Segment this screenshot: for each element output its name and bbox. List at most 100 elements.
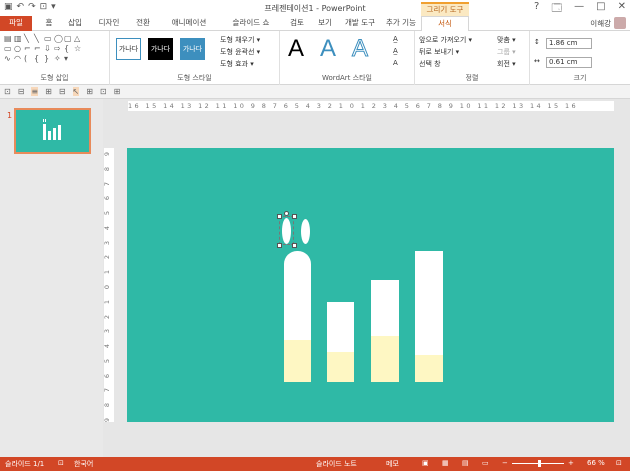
tab-animations[interactable]: 애니메이션 bbox=[160, 16, 218, 31]
wordart-style-2[interactable]: A bbox=[320, 35, 336, 63]
rounded-rect-icon[interactable]: ▢ bbox=[64, 34, 73, 43]
bracket-icon[interactable]: ( bbox=[24, 54, 33, 63]
star-icon[interactable]: ☆ bbox=[74, 44, 83, 53]
ruler-tick: 5 bbox=[103, 211, 112, 216]
toolbar-icon[interactable]: ⊞ bbox=[45, 87, 52, 96]
selection-pane-button[interactable]: 선택 창 bbox=[419, 59, 441, 69]
slide-sorter-icon[interactable]: ▦ bbox=[442, 459, 449, 467]
text-fill-icon[interactable]: A̲ bbox=[393, 35, 398, 43]
arrow-icon[interactable]: ⇨ bbox=[54, 44, 63, 53]
tab-slideshow[interactable]: 슬라이드 쇼 bbox=[222, 16, 280, 31]
toolbar-icon[interactable]: ⊟ bbox=[18, 87, 25, 96]
shape-style-white[interactable]: 가나다 bbox=[116, 38, 141, 60]
align-center-icon[interactable]: ≡ bbox=[31, 87, 39, 96]
rectangle-icon[interactable]: ▭ bbox=[44, 34, 53, 43]
star-icon[interactable]: ✧ bbox=[54, 54, 63, 63]
shape-fill-button[interactable]: 도형 채우기 ▾ bbox=[220, 35, 260, 45]
rectangle-icon[interactable]: ▭ bbox=[4, 44, 13, 53]
gallery-more-icon[interactable]: ▾ bbox=[64, 54, 73, 63]
bar-3[interactable] bbox=[371, 280, 399, 382]
resize-handle[interactable] bbox=[277, 243, 282, 248]
ruler-tick: 0 bbox=[103, 284, 112, 290]
shape-effects-button[interactable]: 도형 효과 ▾ bbox=[220, 59, 254, 69]
curve-icon[interactable]: ∿ bbox=[4, 54, 13, 63]
connector-icon[interactable]: ⌐ bbox=[34, 44, 43, 53]
arrow-icon[interactable]: ⇩ bbox=[44, 44, 53, 53]
toolbar-icon[interactable]: ⊞ bbox=[114, 87, 121, 96]
wordart-style-3[interactable]: A bbox=[351, 35, 368, 63]
connector-icon[interactable]: ⌐ bbox=[24, 44, 33, 53]
zoom-out-icon[interactable]: − bbox=[502, 459, 508, 467]
group-shape-styles: 가나다 가나다 가나다 도형 채우기 ▾ 도형 윤곽선 ▾ 도형 효과 ▾ 도형… bbox=[110, 31, 280, 85]
ruler-tick: 7 bbox=[103, 388, 112, 393]
language-label[interactable]: 한국어 bbox=[74, 459, 93, 469]
group-button[interactable]: 그룹 ▾ bbox=[497, 47, 516, 57]
spellcheck-icon[interactable]: ⊡ bbox=[58, 459, 64, 467]
height-field[interactable]: 1.86 cm bbox=[546, 38, 592, 49]
slide-thumbnail[interactable] bbox=[14, 108, 91, 154]
tab-format[interactable]: 서식 bbox=[421, 16, 469, 32]
tab-home[interactable]: 홈 bbox=[38, 16, 60, 31]
notes-button[interactable]: 슬라이드 노트 bbox=[316, 459, 357, 469]
toolbar-icon[interactable]: ⊞ bbox=[86, 87, 93, 96]
fit-slide-icon[interactable]: ⊡ bbox=[616, 459, 622, 467]
bar-2[interactable] bbox=[327, 302, 354, 382]
shape-gallery[interactable]: ▤ ▥ ╲ ╲ ▭ ◯ ▢ △ ▭ ○ ⌐ ⌐ ⇩ ⇨ { ☆ ∿ ◠ ( { … bbox=[4, 34, 81, 63]
brace-icon[interactable]: { bbox=[64, 44, 73, 53]
textbox-icon[interactable]: ▤ bbox=[4, 34, 13, 43]
shape-outline-button[interactable]: 도형 윤곽선 ▾ bbox=[220, 47, 260, 57]
oval-shape[interactable] bbox=[301, 219, 310, 244]
line-icon[interactable]: ╲ bbox=[34, 34, 43, 43]
oval-icon[interactable]: ◯ bbox=[54, 34, 63, 43]
select-pointer-icon[interactable]: ↖ bbox=[72, 87, 80, 96]
group-wordart-styles: A A A A̲ A̲ A WordArt 스타일 bbox=[280, 31, 415, 85]
tab-insert[interactable]: 삽입 bbox=[62, 16, 88, 31]
bar-1[interactable] bbox=[284, 251, 311, 382]
normal-view-icon[interactable]: ▣ bbox=[422, 459, 429, 467]
reading-view-icon[interactable]: ▤ bbox=[462, 459, 469, 467]
tab-view[interactable]: 보기 bbox=[312, 16, 338, 31]
ruler-tick: 2 bbox=[103, 314, 112, 319]
align-button[interactable]: 맞춤 ▾ bbox=[497, 35, 516, 45]
zoom-level[interactable]: 66 % bbox=[587, 459, 605, 467]
tab-file[interactable]: 파일 bbox=[0, 16, 32, 31]
shape-style-black[interactable]: 가나다 bbox=[148, 38, 173, 60]
group-arrange: 앞으로 가져오기 ▾ 뒤로 보내기 ▾ 선택 창 맞춤 ▾ 그룹 ▾ 회전 ▾ … bbox=[415, 31, 530, 85]
tab-addins[interactable]: 추가 기능 bbox=[382, 16, 420, 31]
rotate-handle[interactable] bbox=[284, 211, 289, 216]
toolbar-icon[interactable]: ⊡ bbox=[100, 87, 107, 96]
resize-handle[interactable] bbox=[277, 214, 282, 219]
tab-design[interactable]: 디자인 bbox=[92, 16, 126, 31]
oval-icon[interactable]: ○ bbox=[14, 44, 23, 53]
bar-4[interactable] bbox=[415, 251, 443, 382]
bar-2-fill bbox=[327, 352, 354, 382]
rotate-button[interactable]: 회전 ▾ bbox=[497, 59, 516, 69]
shape-style-blue[interactable]: 가나다 bbox=[180, 38, 205, 60]
arc-icon[interactable]: ◠ bbox=[14, 54, 23, 63]
width-field[interactable]: 0.61 cm bbox=[546, 57, 592, 68]
wordart-style-1[interactable]: A bbox=[288, 35, 304, 63]
tab-transitions[interactable]: 전환 bbox=[130, 16, 156, 31]
toolbar-icon[interactable]: ⊡ bbox=[4, 87, 11, 96]
comments-button[interactable]: 메모 bbox=[386, 459, 399, 469]
brace-icon[interactable]: { bbox=[34, 54, 43, 63]
textbox-vertical-icon[interactable]: ▥ bbox=[14, 34, 23, 43]
zoom-in-icon[interactable]: + bbox=[568, 459, 574, 467]
resize-handle[interactable] bbox=[292, 243, 297, 248]
tab-developer[interactable]: 개발 도구 bbox=[340, 16, 380, 31]
zoom-slider-thumb[interactable] bbox=[538, 460, 541, 467]
toolbar-icon[interactable]: ⊟ bbox=[59, 87, 66, 96]
tab-review[interactable]: 검토 bbox=[284, 16, 310, 31]
ruler-tick: 8 bbox=[103, 166, 112, 171]
send-backward-button[interactable]: 뒤로 보내기 ▾ bbox=[419, 47, 459, 57]
resize-handle[interactable] bbox=[292, 214, 297, 219]
text-outline-icon[interactable]: A̲ bbox=[393, 47, 398, 55]
brace-icon[interactable]: } bbox=[44, 54, 53, 63]
text-effects-icon[interactable]: A bbox=[393, 59, 398, 67]
thumbnail-preview bbox=[43, 119, 61, 140]
bring-forward-button[interactable]: 앞으로 가져오기 ▾ bbox=[419, 35, 472, 45]
triangle-icon[interactable]: △ bbox=[74, 34, 83, 43]
slideshow-view-icon[interactable]: ▭ bbox=[482, 459, 489, 467]
line-icon[interactable]: ╲ bbox=[24, 34, 33, 43]
user-account[interactable]: 이해강 bbox=[590, 17, 626, 29]
